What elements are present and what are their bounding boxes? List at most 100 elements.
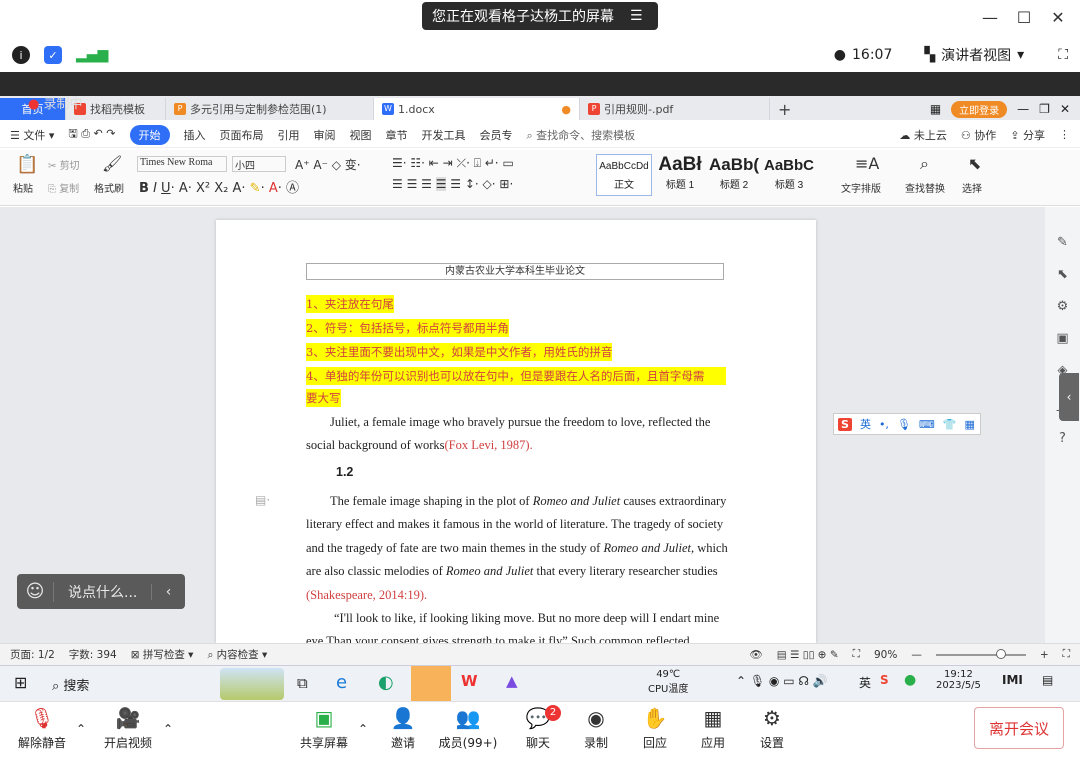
quick-tools-icon[interactable]: 🖫 ⎙ ↶ ↷ bbox=[68, 125, 115, 144]
paragraph-2-line-3[interactable]: and the tragedy of fate are two main the… bbox=[306, 541, 728, 556]
brush-icon[interactable]: 🖌 bbox=[102, 154, 122, 173]
align-tools-icon[interactable]: ☰ ☰ ☰ ☰ ☰ ↕· ◇· ⊞· bbox=[392, 177, 513, 191]
highlight-line-3[interactable]: 3、夹注里面不要出现中文，如果是中文作者，用姓氏的拼音 bbox=[306, 343, 613, 361]
cursor-icon[interactable]: ⬉ bbox=[968, 154, 981, 173]
tab-pdf[interactable]: P 引用规则-.pdf bbox=[580, 98, 770, 120]
highlight-line-4[interactable]: 4、单独的年份可以识别也可以放在句中，但是要跟在人名的后面，且首字母需 bbox=[306, 367, 726, 385]
adjust-icon[interactable]: ⚙ bbox=[1057, 299, 1069, 314]
start-video-button[interactable]: 🎥 开启视频 bbox=[98, 702, 158, 751]
layout-icon[interactable]: ▚ bbox=[924, 47, 935, 63]
select-button[interactable]: 选择 bbox=[962, 180, 982, 195]
minimize-icon[interactable]: — bbox=[979, 8, 1001, 27]
collab-button[interactable]: ⚇ 协作 bbox=[961, 127, 996, 143]
edge-legacy-icon[interactable]: e bbox=[336, 672, 347, 693]
paragraph-2-line-4[interactable]: are also classic melodies of Romeo and J… bbox=[306, 564, 718, 579]
chevron-down-icon[interactable]: ▾ bbox=[1017, 47, 1024, 63]
pen-icon[interactable]: ✎ bbox=[1057, 235, 1068, 250]
maximize-icon[interactable]: ☐ bbox=[1013, 8, 1035, 27]
highlight-line-2[interactable]: 2、符号：包括括号，标点符号都用半角 bbox=[306, 319, 509, 337]
list-icon[interactable]: ☰ bbox=[630, 8, 643, 24]
close-icon[interactable]: ✕ bbox=[1047, 8, 1069, 27]
list-tools-icon[interactable]: ☰· ☷· ⇤ ⇥ ⤫· ⍗ ↵· ▭ bbox=[392, 156, 514, 171]
format-painter-button[interactable]: 格式刷 bbox=[94, 180, 124, 195]
style-heading1[interactable]: AaBł 标题 1 bbox=[654, 154, 706, 196]
spell-check[interactable]: ⊠ 拼写检查 ▾ bbox=[131, 647, 194, 662]
text-layout-button[interactable]: 文字排版 bbox=[841, 180, 881, 195]
tray-logo-icon[interactable]: IMI bbox=[1002, 673, 1023, 687]
restore-icon[interactable]: ❐ bbox=[1039, 102, 1050, 116]
collapse-panel-button[interactable]: ‹ bbox=[1059, 373, 1079, 421]
menu-item-layout[interactable]: 页面布局 bbox=[220, 127, 264, 143]
system-clock[interactable]: 19:12 2023/5/5 bbox=[936, 669, 981, 691]
close-icon[interactable]: ✕ bbox=[1060, 102, 1070, 116]
members-button[interactable]: 👥 成员(99+) bbox=[438, 702, 498, 751]
cut-button[interactable]: ✂ 剪切 bbox=[48, 157, 80, 172]
find-icon[interactable]: ⌕ bbox=[920, 154, 929, 174]
wps-icon[interactable]: W bbox=[461, 672, 478, 690]
share-screen-button[interactable]: ▣ 共享屏幕 bbox=[294, 702, 354, 751]
info-icon[interactable]: i bbox=[12, 46, 30, 64]
cloud-status[interactable]: ☁ 未上云 bbox=[899, 127, 947, 143]
chat-input-box[interactable]: ☺ 说点什么... ‹ bbox=[17, 574, 185, 609]
ime-toolbar[interactable]: S 英 •, 🎙 ⌨ 👕 ▦ bbox=[833, 413, 981, 435]
paragraph-2-line-1[interactable]: The female image shaping in the plot of … bbox=[330, 494, 726, 509]
new-tab-icon[interactable]: + bbox=[770, 98, 799, 120]
fullscreen-icon[interactable]: ⛶ bbox=[1058, 47, 1068, 63]
tab-multi-citation[interactable]: P 多元引用与定制参检范围(1) bbox=[166, 98, 374, 120]
emoji-icon[interactable]: ☺ bbox=[17, 581, 53, 602]
eye-icon[interactable]: 👁 bbox=[749, 648, 762, 661]
font-size-select[interactable]: 小四 bbox=[232, 156, 286, 172]
highlight-line-1[interactable]: 1、夹注放在句尾 bbox=[306, 295, 394, 313]
paragraph-3-line-2[interactable]: eye Than your consent gives strength to … bbox=[306, 634, 690, 643]
help-icon[interactable]: ? bbox=[1059, 431, 1066, 446]
skin-icon[interactable]: 👕 bbox=[943, 418, 957, 431]
notification-icon[interactable]: ▤ bbox=[1042, 673, 1053, 687]
menu-item-view[interactable]: 视图 bbox=[350, 127, 372, 143]
font-name-select[interactable]: Times New Roma bbox=[137, 156, 227, 172]
menu-item-vip[interactable]: 会员专 bbox=[480, 127, 513, 143]
page-header[interactable]: 内蒙古农业大学本科生毕业论文 bbox=[306, 263, 724, 280]
shield-icon[interactable]: ✓ bbox=[44, 46, 62, 64]
unmute-button[interactable]: 🎙 解除静音 bbox=[12, 702, 72, 751]
menu-item-insert[interactable]: 插入 bbox=[184, 127, 206, 143]
menu-item-review[interactable]: 审阅 bbox=[314, 127, 336, 143]
record-button[interactable]: ◉ 录制 bbox=[566, 702, 626, 751]
view-mode-icons[interactable]: ▤ ☰ ▯▯ ⊕ ✎ bbox=[777, 649, 839, 661]
paragraph-3-line-1[interactable]: “I'll look to like, if looking liking mo… bbox=[334, 611, 719, 626]
menu-item-reference[interactable]: 引用 bbox=[278, 127, 300, 143]
style-heading3[interactable]: AaBbC 标题 3 bbox=[762, 154, 816, 196]
paragraph-1-line-1[interactable]: Juliet, a female image who bravely pursu… bbox=[330, 415, 710, 430]
meeting-app-icon[interactable] bbox=[411, 666, 451, 701]
app-icon[interactable]: ▲ bbox=[506, 672, 518, 690]
file-menu[interactable]: ☰ 文件 ▾ bbox=[10, 127, 54, 143]
layout-grid-icon[interactable]: ▦ bbox=[930, 102, 941, 116]
tray-icons[interactable]: ⌃ 🎙 ◉ ▭ ☊ 🔊 bbox=[736, 674, 828, 688]
microphone-icon[interactable]: 🎙 bbox=[897, 418, 911, 431]
cpu-temp-widget[interactable]: 49℃ CPU温度 bbox=[648, 669, 688, 695]
login-button[interactable]: 立即登录 bbox=[951, 100, 1008, 118]
menu-item-chapter[interactable]: 章节 bbox=[386, 127, 408, 143]
style-normal[interactable]: AaBbCcDd 正文 bbox=[596, 154, 652, 196]
font-tools-icon[interactable]: A⁺ A⁻ ◇ 变· bbox=[295, 156, 361, 173]
view-selector[interactable]: 演讲者视图 bbox=[941, 45, 1011, 65]
windows-start-icon[interactable]: ⊞ bbox=[14, 673, 27, 692]
tray-ime[interactable]: 英 bbox=[859, 674, 871, 691]
more-icon[interactable]: ⋮ bbox=[1059, 128, 1070, 141]
invite-button[interactable]: 👤 邀请 bbox=[373, 702, 433, 751]
copy-button[interactable]: ⎘ 复制 bbox=[48, 180, 79, 195]
tab-1docx[interactable]: W 1.docx ● bbox=[374, 98, 580, 120]
page-count[interactable]: 页面: 1/2 bbox=[10, 647, 55, 662]
pointer-icon[interactable]: ⬉ bbox=[1057, 267, 1068, 282]
document-page[interactable] bbox=[216, 220, 816, 643]
share-options-chevron-icon[interactable]: ⌃ bbox=[358, 722, 368, 736]
fullscreen-doc-icon[interactable]: ⛶ bbox=[1063, 648, 1070, 661]
toolbox-icon[interactable]: ▦ bbox=[965, 418, 975, 431]
find-replace-button[interactable]: 查找替换 bbox=[905, 180, 945, 195]
taskbar-search[interactable]: ⌕ 搜索 bbox=[52, 675, 89, 694]
share-button[interactable]: ⇪ 分享 bbox=[1010, 127, 1045, 143]
text-format-icons[interactable]: B I U· A· X² X₂ A· ✎· A· Ⓐ bbox=[139, 177, 299, 196]
edge-icon[interactable]: ◐ bbox=[378, 672, 394, 693]
minimize-icon[interactable]: — bbox=[1017, 102, 1029, 116]
content-check[interactable]: ⌕ 内容检查 ▾ bbox=[207, 647, 267, 662]
tray-app-icon[interactable]: ● bbox=[904, 672, 916, 688]
